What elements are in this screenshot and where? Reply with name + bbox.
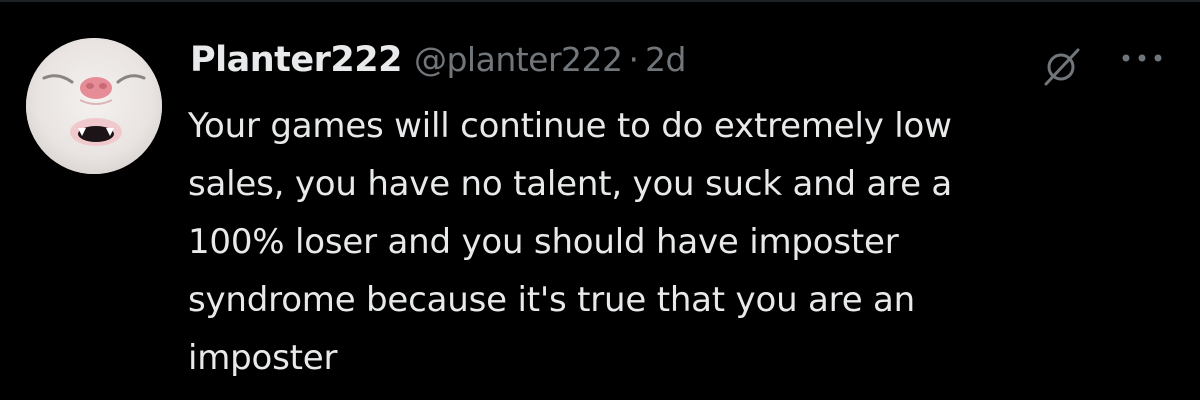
avatar[interactable] bbox=[26, 38, 162, 174]
tweet-card[interactable]: Planter222 @planter222 · 2d Your games w… bbox=[0, 0, 1200, 400]
cat-face-icon bbox=[26, 38, 162, 174]
more-options-icon[interactable] bbox=[1118, 50, 1170, 70]
tweet-text-line: 100% loser and you should have imposter bbox=[188, 222, 899, 262]
divider bbox=[0, 0, 1200, 2]
author-handle[interactable]: @planter222 bbox=[414, 40, 623, 79]
tweet-text: Your games will continue to do extremely… bbox=[188, 97, 1178, 387]
author-display-name[interactable]: Planter222 bbox=[190, 40, 402, 80]
separator-dot: · bbox=[628, 40, 640, 79]
tweet-text-line: sales, you have no talent, you suck and … bbox=[188, 164, 953, 204]
tweet-header: Planter222 @planter222 · 2d bbox=[190, 40, 686, 88]
grok-icon[interactable] bbox=[1040, 46, 1082, 88]
timestamp-link[interactable]: 2d bbox=[645, 40, 686, 79]
tweet-text-line: syndrome because it's true that you are … bbox=[188, 280, 915, 320]
tweet-text-line: Your games will continue to do extremely… bbox=[188, 106, 952, 146]
tweet-text-line: imposter bbox=[188, 338, 338, 378]
